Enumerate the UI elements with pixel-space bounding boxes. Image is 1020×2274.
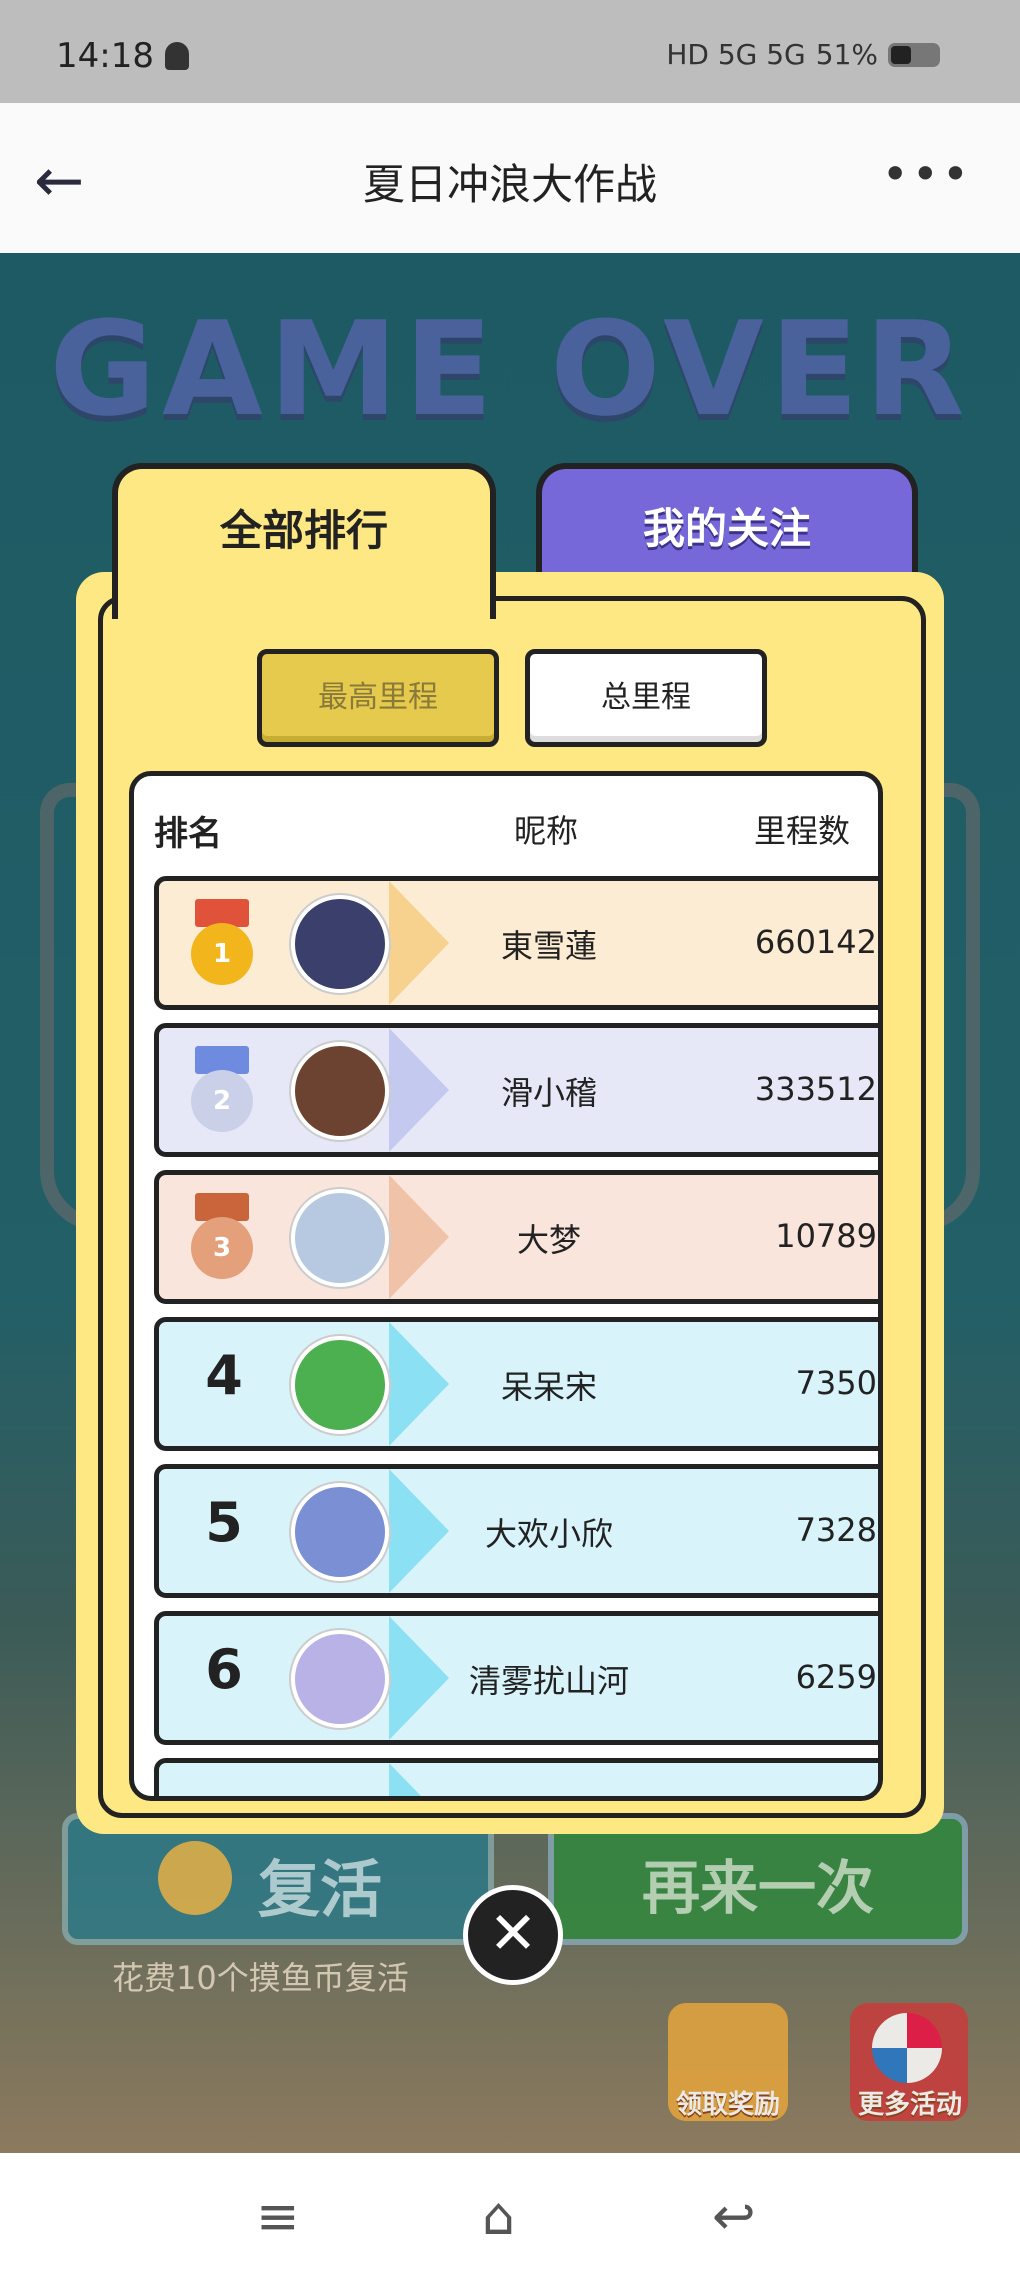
app-header: ← 夏日冲浪大作战 ••• [0, 103, 1020, 253]
header-rank: 排名 [154, 814, 222, 854]
ranking-panel: 最高里程 总里程 排名 昵称 里程数 1 東雪蓮 660142 2 滑小稽 33… [76, 572, 944, 1834]
player-name: 呆呆宋 [500, 1368, 597, 1406]
rank-number: 6 [205, 1638, 243, 1701]
tab-following[interactable]: 我的关注 [536, 463, 918, 581]
row-chevron [389, 1322, 449, 1446]
more-activities-label: 更多活动 [857, 2090, 962, 2120]
player-name: 大梦 [516, 1221, 581, 1259]
ranking-row-partial[interactable] [154, 1758, 878, 1796]
gold-medal-icon: 1 [191, 899, 253, 987]
row-chevron [389, 1028, 449, 1152]
ranking-row[interactable]: 3 大梦 10789 [154, 1170, 878, 1304]
fish-coin-icon [158, 1841, 232, 1915]
ranking-row[interactable]: 6 清雾扰山河 6259 [154, 1611, 878, 1745]
player-name: 東雪蓮 [500, 927, 597, 965]
more-activities-button[interactable]: 更多活动 [850, 2003, 968, 2121]
ranking-panel-frame: 最高里程 总里程 排名 昵称 里程数 1 東雪蓮 660142 2 滑小稽 33… [98, 596, 926, 1818]
player-name: 大欢小欣 [484, 1515, 613, 1553]
ranking-row[interactable]: 4 呆呆宋 7350 [154, 1317, 878, 1451]
tab-all-ranking-label: 全部排行 [219, 506, 388, 555]
subtab-best-distance[interactable]: 最高里程 [257, 649, 499, 747]
ranking-row[interactable]: 2 滑小稽 333512 [154, 1023, 878, 1157]
player-distance: 6259 [795, 1658, 877, 1696]
claim-reward-label: 领取奖励 [675, 2090, 780, 2120]
close-icon[interactable]: ✕ [463, 1885, 563, 1985]
ranking-row[interactable]: 5 大欢小欣 7328 [154, 1464, 878, 1598]
signal-icon: HD 5G 5G [666, 38, 806, 71]
avatar[interactable] [291, 895, 389, 993]
rank-number: 4 [205, 1344, 243, 1407]
battery-text: 51% [815, 38, 878, 71]
header-nickname: 昵称 [514, 812, 579, 850]
avatar[interactable] [291, 1630, 389, 1728]
row-chevron [389, 1469, 449, 1593]
player-name: 滑小稽 [500, 1074, 597, 1112]
menu-icon[interactable]: ≡ [256, 2187, 300, 2247]
avatar[interactable] [291, 1189, 389, 1287]
beach-ball-icon [872, 2013, 942, 2083]
avatar[interactable] [291, 1042, 389, 1140]
header-distance: 里程数 [754, 812, 851, 850]
ranking-list[interactable]: 排名 昵称 里程数 1 東雪蓮 660142 2 滑小稽 333512 3 大梦… [129, 771, 883, 1801]
player-distance: 10789 [775, 1217, 877, 1255]
player-distance: 7350 [795, 1364, 877, 1402]
row-chevron [389, 1763, 449, 1796]
rank-number: 5 [205, 1491, 243, 1554]
ranking-row[interactable]: 1 東雪蓮 660142 [154, 876, 878, 1010]
avatar[interactable] [291, 1336, 389, 1434]
player-distance: 7328 [795, 1511, 877, 1549]
claim-reward-button[interactable]: 领取奖励 [668, 2003, 788, 2121]
row-chevron [389, 1175, 449, 1299]
battery-icon [888, 42, 940, 67]
page-title: 夏日冲浪大作战 [362, 160, 657, 209]
silver-medal-icon: 2 [191, 1046, 253, 1134]
game-over-title: GAME OVER [49, 293, 971, 445]
avatar[interactable] [291, 1483, 389, 1581]
system-nav-bar: ≡ ⌂ ↩ [0, 2153, 1020, 2274]
row-chevron [389, 881, 449, 1005]
row-chevron [389, 1616, 449, 1740]
bronze-medal-icon: 3 [191, 1193, 253, 1281]
back-icon[interactable]: ↩ [712, 2187, 756, 2247]
status-indicators: HD 5G 5G 51% [666, 38, 940, 71]
play-again-label: 再来一次 [641, 1854, 874, 1922]
notification-icon [165, 42, 189, 70]
home-icon[interactable]: ⌂ [482, 2187, 515, 2247]
tab-all-ranking[interactable]: 全部排行 [112, 463, 496, 619]
subtab-total-distance[interactable]: 总里程 [525, 649, 767, 747]
status-bar: 14:18 HD 5G 5G 51% [0, 0, 1020, 103]
player-distance: 333512 [754, 1070, 877, 1108]
player-name: 清雾扰山河 [468, 1662, 629, 1700]
revive-label: 复活 [258, 1853, 383, 1926]
status-time: 14:18 [56, 36, 154, 76]
player-distance: 660142 [754, 923, 877, 961]
tab-following-label: 我的关注 [642, 504, 811, 553]
revive-cost-tip: 花费10个摸鱼币复活 [112, 1959, 409, 1997]
more-options-icon[interactable]: ••• [882, 147, 972, 201]
